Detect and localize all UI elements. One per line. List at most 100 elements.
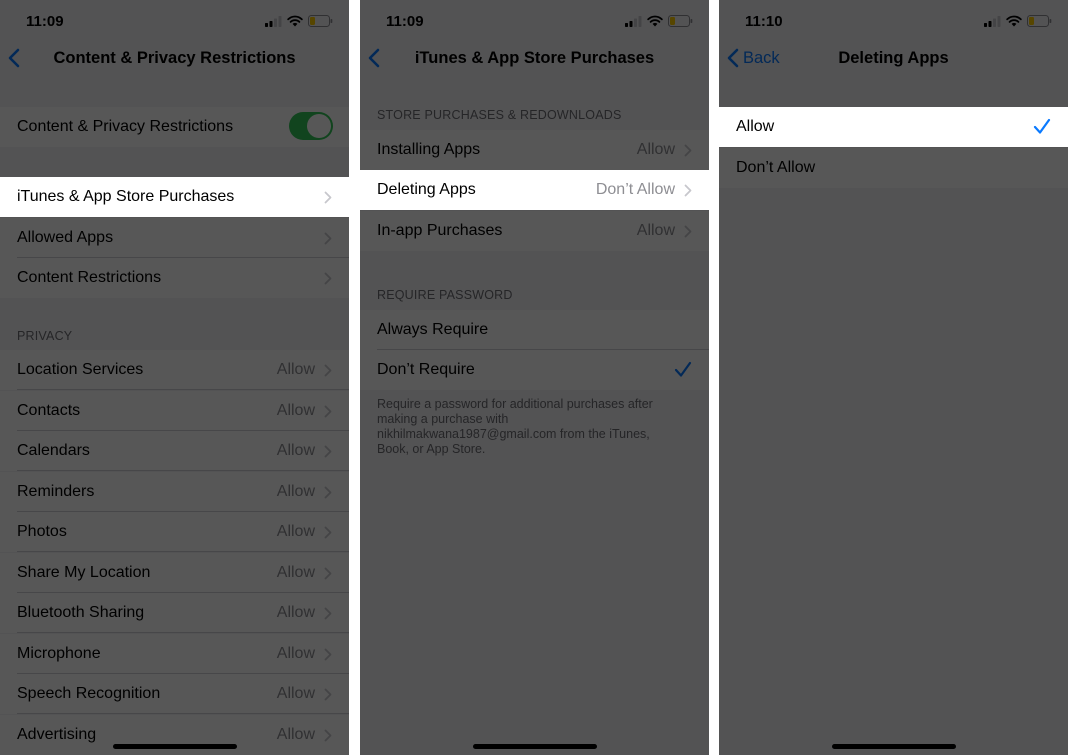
installing-apps-row[interactable]: Installing Apps Allow bbox=[360, 130, 709, 170]
option-label: Don’t Allow bbox=[736, 159, 816, 176]
toggle-row-label: Content & Privacy Restrictions bbox=[17, 118, 234, 135]
privacy-row[interactable]: Share My Location Allow bbox=[0, 552, 349, 593]
row-label: Contacts bbox=[17, 401, 81, 419]
privacy-row[interactable]: Photos Allow bbox=[0, 512, 349, 552]
wifi-icon bbox=[1006, 15, 1022, 27]
content-restrictions-row[interactable]: Content Restrictions bbox=[0, 258, 349, 298]
chevron-right-icon bbox=[324, 688, 332, 701]
password-footer-note: Require a password for additional purcha… bbox=[377, 397, 653, 456]
privacy-row[interactable]: Speech Recognition Allow bbox=[0, 674, 349, 714]
row-value: Allow bbox=[276, 442, 315, 459]
chevron-right-icon bbox=[324, 648, 332, 660]
row-value: Allow bbox=[636, 222, 675, 239]
row-value: Allow bbox=[276, 482, 315, 500]
require-password-section-header: REQUIRE PASSWORD bbox=[377, 288, 513, 302]
status-bar: 11:10 bbox=[719, 0, 1068, 42]
deleting-apps-row[interactable]: Deleting Apps Don’t Allow bbox=[360, 170, 709, 210]
battery-icon bbox=[308, 15, 333, 27]
always-require-row[interactable]: Always Require bbox=[360, 310, 709, 350]
itunes-purchases-screen: 11:09 iTunes & App Store Purchases STORE… bbox=[360, 0, 709, 755]
itunes-app-store-purchases-row[interactable]: iTunes & App Store Purchases bbox=[0, 177, 349, 217]
row-label: Bluetooth Sharing bbox=[17, 604, 145, 621]
row-label: iTunes & App Store Purchases bbox=[17, 188, 235, 205]
row-label: Always Require bbox=[377, 321, 489, 338]
checkmark-icon bbox=[674, 361, 692, 377]
chevron-right-icon bbox=[684, 144, 692, 157]
deleting-apps-screen: 11:10 Back Deleting Apps Allow Don’t All… bbox=[719, 0, 1068, 755]
navigation-bar: Back Deleting Apps bbox=[719, 40, 1068, 78]
privacy-row[interactable]: Bluetooth Sharing Allow bbox=[0, 593, 349, 633]
allowed-apps-row[interactable]: Allowed Apps bbox=[0, 218, 349, 258]
cellular-signal-icon bbox=[625, 15, 642, 27]
status-bar: 11:09 bbox=[0, 0, 349, 42]
status-time: 11:09 bbox=[386, 13, 424, 30]
battery-icon bbox=[668, 15, 693, 27]
row-label: Reminders bbox=[17, 482, 95, 500]
chevron-right-icon bbox=[324, 272, 332, 285]
privacy-section-header: PRIVACY bbox=[17, 329, 73, 343]
cellular-signal-icon bbox=[265, 15, 282, 27]
row-value: Allow bbox=[636, 141, 675, 158]
privacy-row[interactable]: Microphone Allow bbox=[0, 633, 349, 674]
chevron-right-icon bbox=[684, 225, 692, 238]
home-indicator[interactable] bbox=[831, 744, 956, 749]
page-title: Content & Privacy Restrictions bbox=[53, 49, 296, 67]
chevron-right-icon bbox=[324, 405, 332, 417]
row-label: Content Restrictions bbox=[17, 269, 162, 286]
privacy-row[interactable]: Location Services Allow bbox=[0, 350, 349, 390]
row-value: Allow bbox=[276, 401, 315, 419]
chevron-right-icon bbox=[324, 191, 332, 204]
content-privacy-toggle-row: Content & Privacy Restrictions bbox=[0, 107, 349, 147]
chevron-right-icon bbox=[324, 567, 332, 579]
home-indicator[interactable] bbox=[472, 744, 597, 749]
row-value: Allow bbox=[276, 725, 315, 743]
toggle-knob bbox=[307, 114, 331, 138]
privacy-row[interactable]: Calendars Allow bbox=[0, 431, 349, 471]
row-label: Calendars bbox=[17, 442, 90, 459]
row-label: In-app Purchases bbox=[377, 222, 503, 239]
row-value: Allow bbox=[276, 685, 315, 702]
row-label: Microphone bbox=[17, 644, 101, 662]
row-value: Allow bbox=[276, 604, 315, 621]
privacy-row[interactable]: Contacts Allow bbox=[0, 390, 349, 431]
chevron-right-icon bbox=[324, 364, 332, 377]
option-label: Allow bbox=[736, 118, 775, 135]
checkmark-icon bbox=[1033, 118, 1051, 134]
content-privacy-toggle[interactable] bbox=[289, 112, 333, 140]
row-value: Allow bbox=[276, 563, 315, 581]
row-label: Location Services bbox=[17, 361, 144, 378]
navigation-bar: iTunes & App Store Purchases bbox=[360, 40, 709, 78]
row-label: Speech Recognition bbox=[17, 685, 161, 702]
wifi-icon bbox=[647, 15, 663, 27]
status-time: 11:09 bbox=[26, 13, 64, 30]
row-label: Allowed Apps bbox=[17, 229, 114, 246]
dont-require-row[interactable]: Don’t Require bbox=[360, 350, 709, 390]
dont-allow-option-row[interactable]: Don’t Allow bbox=[719, 148, 1068, 188]
in-app-purchases-row[interactable]: In-app Purchases Allow bbox=[360, 211, 709, 251]
privacy-row[interactable]: Reminders Allow bbox=[0, 471, 349, 512]
cellular-signal-icon bbox=[984, 15, 1001, 27]
row-value: Don’t Allow bbox=[595, 181, 675, 198]
battery-icon bbox=[1027, 15, 1052, 27]
chevron-right-icon bbox=[324, 486, 332, 498]
chevron-right-icon bbox=[324, 607, 332, 620]
chevron-right-icon bbox=[324, 526, 332, 539]
allow-option-row[interactable]: Allow bbox=[719, 107, 1068, 147]
row-label: Installing Apps bbox=[377, 141, 481, 158]
content-privacy-screen: 11:09 Content & Privacy Restrictions Con… bbox=[0, 0, 349, 755]
chevron-right-icon bbox=[324, 232, 332, 245]
wifi-icon bbox=[287, 15, 303, 27]
row-label: Photos bbox=[17, 523, 67, 540]
status-bar: 11:09 bbox=[360, 0, 709, 42]
row-label: Advertising bbox=[17, 725, 97, 743]
page-title: iTunes & App Store Purchases bbox=[414, 49, 655, 67]
row-label: Don’t Require bbox=[377, 361, 475, 378]
row-label: Share My Location bbox=[17, 563, 151, 581]
page-title: Deleting Apps bbox=[838, 49, 949, 67]
home-indicator[interactable] bbox=[112, 744, 237, 749]
row-value: Allow bbox=[276, 361, 315, 378]
status-time: 11:10 bbox=[745, 13, 783, 30]
chevron-right-icon bbox=[684, 184, 692, 197]
row-value: Allow bbox=[276, 523, 315, 540]
chevron-right-icon bbox=[324, 445, 332, 458]
